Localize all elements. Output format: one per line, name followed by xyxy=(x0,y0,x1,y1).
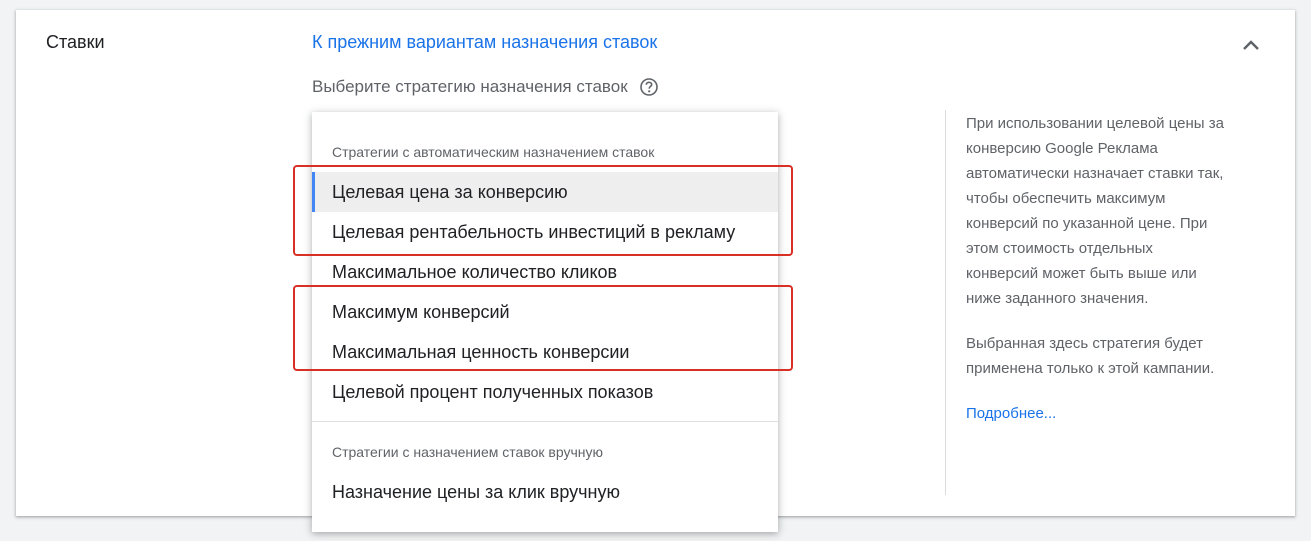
collapse-button[interactable] xyxy=(1236,30,1266,60)
option-target-roas[interactable]: Целевая рентабельность инвестиций в рекл… xyxy=(312,212,778,252)
option-maximize-conversion-value[interactable]: Максимальная ценность конверсии xyxy=(312,332,778,372)
section-title: Ставки xyxy=(46,32,105,52)
info-paragraph-2: Выбранная здесь стратегия будет применен… xyxy=(966,335,1215,377)
learn-more-link[interactable]: Подробнее... xyxy=(966,405,1056,422)
option-target-cpa[interactable]: Целевая цена за конверсию xyxy=(312,172,778,212)
chevron-up-icon xyxy=(1243,40,1259,50)
strategy-prompt-label: Выберите стратегию назначения ставок xyxy=(312,77,628,96)
strategy-prompt: Выберите стратегию назначения ставок xyxy=(312,77,659,97)
dropdown-divider xyxy=(312,421,778,422)
info-panel: При использовании целевой цены за конвер… xyxy=(966,111,1226,426)
option-target-impression-share[interactable]: Целевой процент полученных показов xyxy=(312,372,778,412)
info-divider xyxy=(945,110,946,495)
manual-strategies-header: Стратегии с назначением ставок вручную xyxy=(332,444,603,460)
option-manual-cpc[interactable]: Назначение цены за клик вручную xyxy=(312,472,778,512)
bid-strategy-dropdown: Стратегии с автоматическим назначением с… xyxy=(312,112,778,532)
option-maximize-conversions[interactable]: Максимум конверсий xyxy=(312,292,778,332)
old-bidding-link[interactable]: К прежним вариантам назначения ставок xyxy=(312,32,657,53)
info-paragraph-1: При использовании целевой цены за конвер… xyxy=(966,115,1224,307)
option-maximize-clicks[interactable]: Максимальное количество кликов xyxy=(312,252,778,292)
help-icon[interactable] xyxy=(639,77,659,97)
auto-strategies-header: Стратегии с автоматическим назначением с… xyxy=(332,144,655,160)
